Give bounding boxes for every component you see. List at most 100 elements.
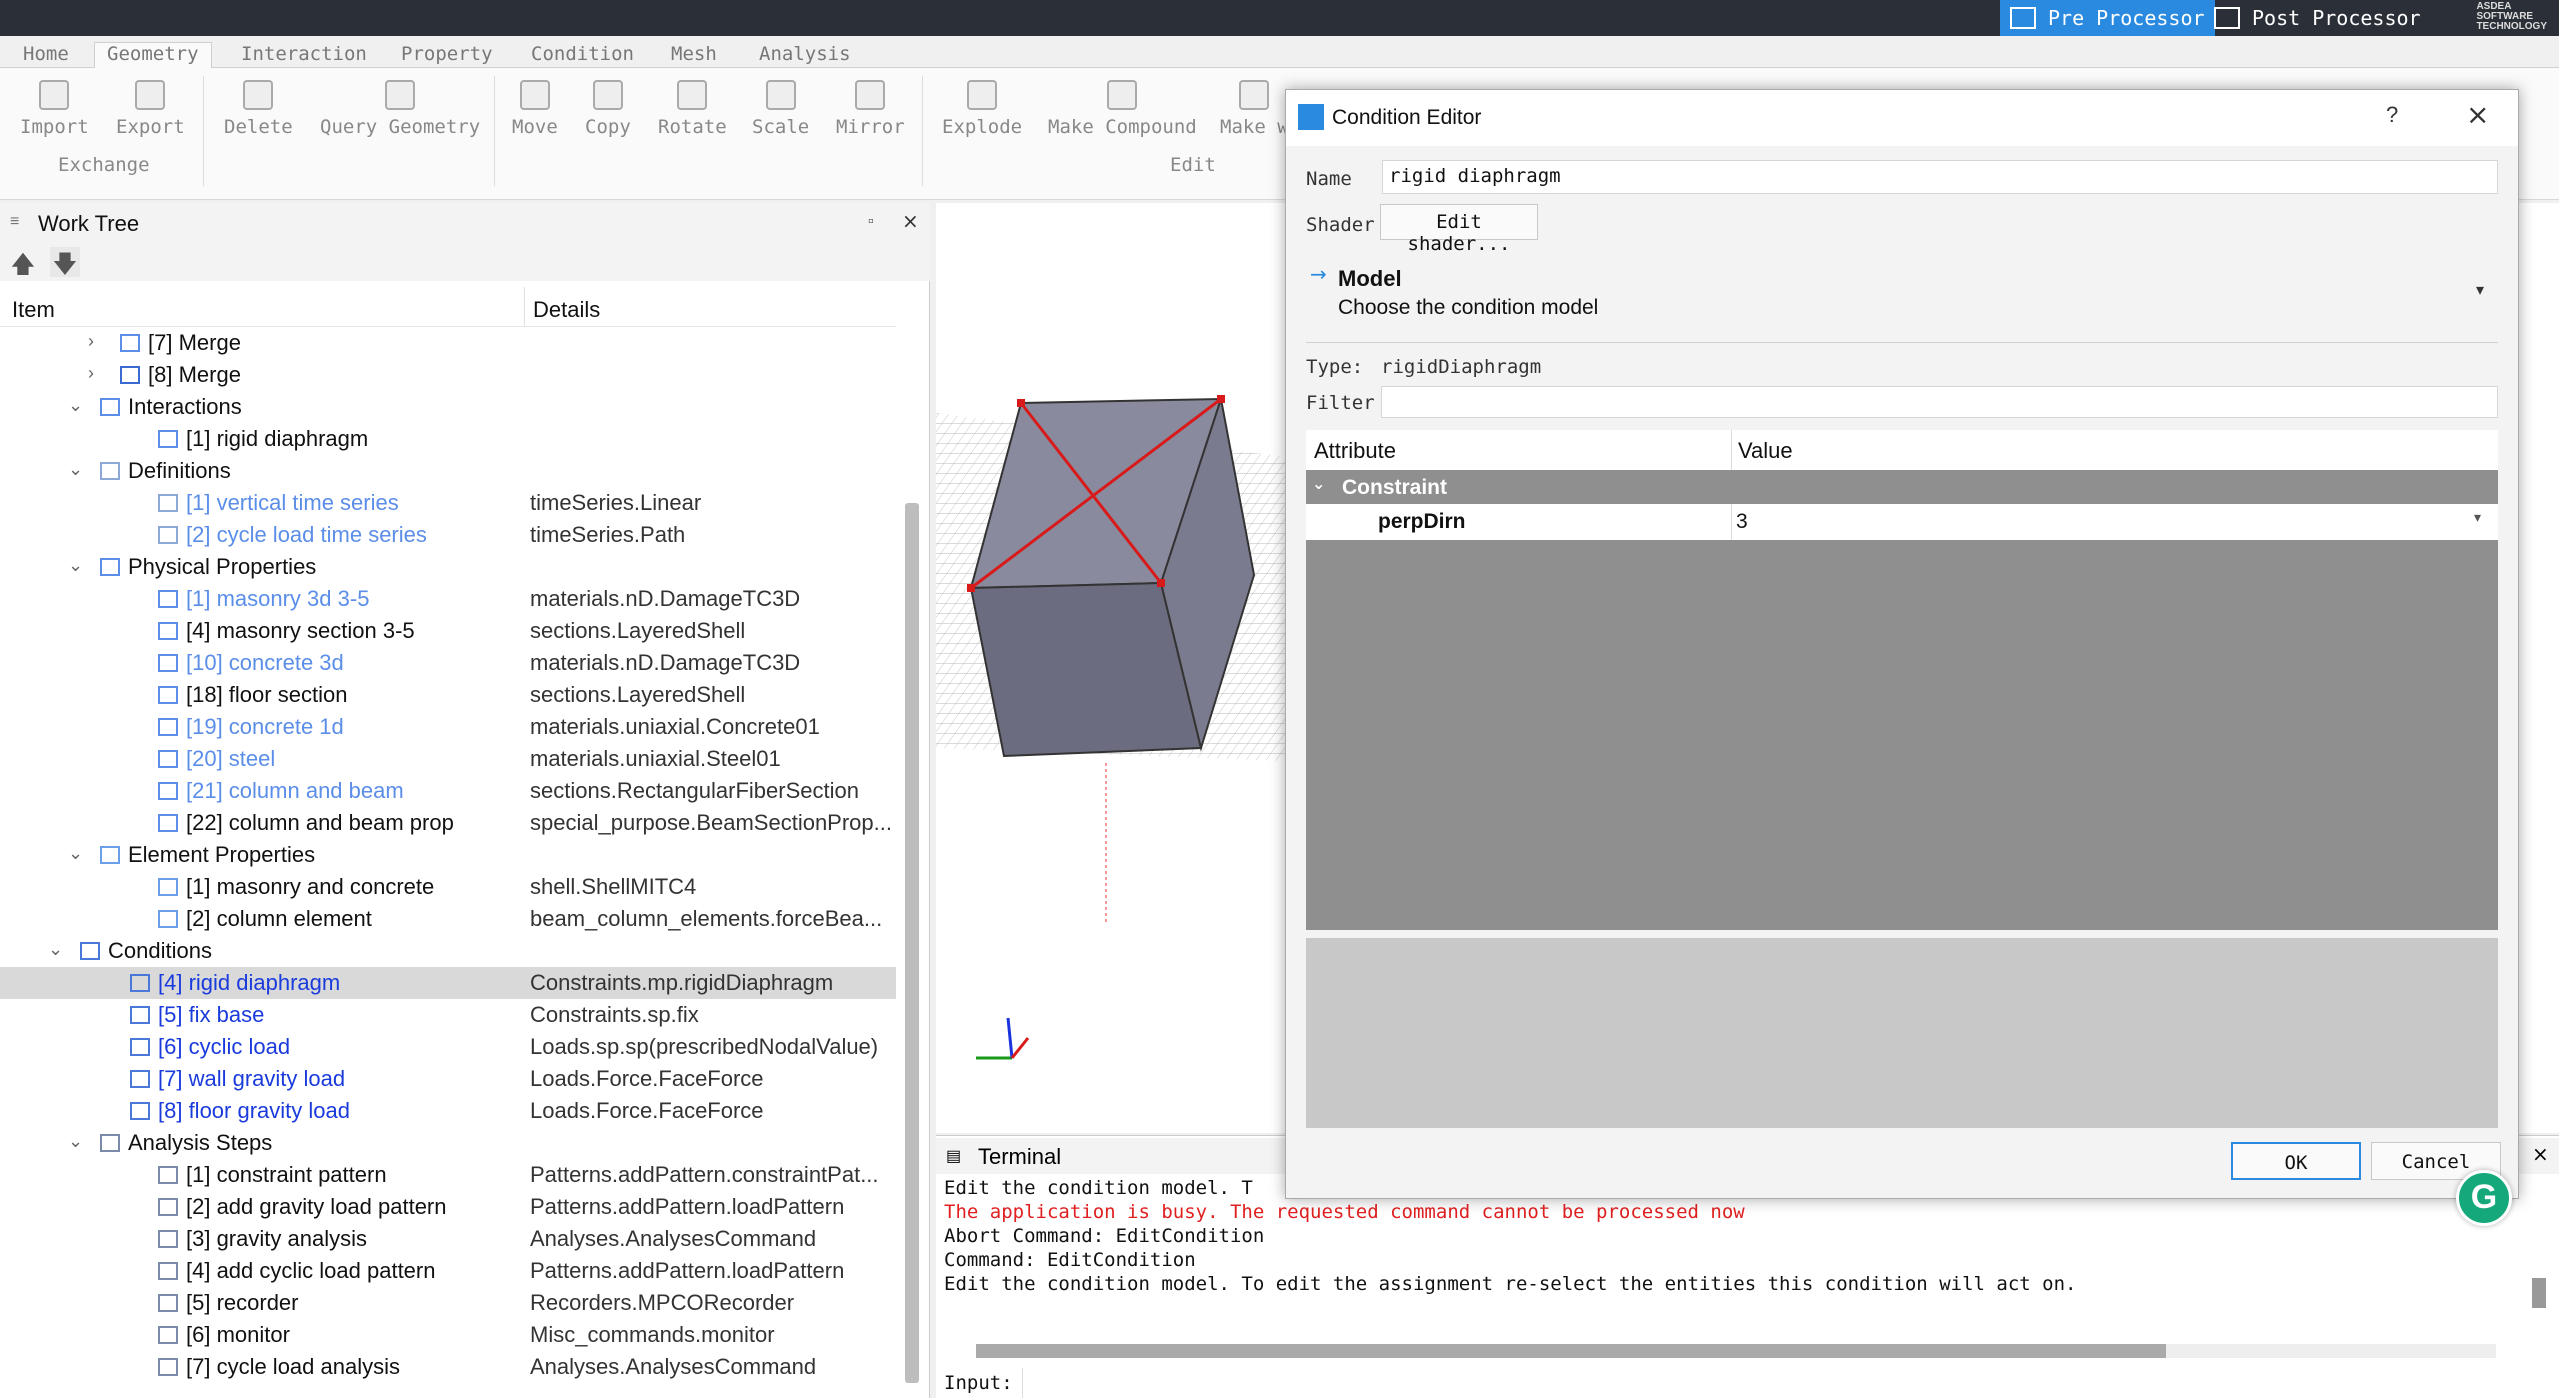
chevron-right-icon[interactable]: › (88, 331, 108, 352)
tree-item-details: Constraints.sp.fix (530, 1002, 699, 1027)
model-view[interactable] (936, 203, 1336, 1133)
tree-row[interactable]: [1] rigid diaphragm (0, 423, 896, 455)
tab-property[interactable]: Property (388, 42, 506, 68)
tree-row[interactable]: [1] constraint pattern Patterns.addPatter… (0, 1159, 896, 1191)
chevron-down-icon[interactable]: ⌄ (68, 395, 88, 416)
tree-row[interactable]: [7] wall gravity load Loads.Force.FaceFor… (0, 1063, 896, 1095)
copy-button[interactable]: Copy (585, 80, 631, 138)
chevron-down-icon[interactable]: ⌄ (68, 1131, 88, 1152)
make-compound-button[interactable]: Make Compound (1048, 80, 1197, 138)
tree-row[interactable]: [22] column and beam prop special_purpose… (0, 807, 896, 839)
close-terminal-icon[interactable]: × (2532, 1142, 2549, 1166)
rotate-button[interactable]: Rotate (658, 80, 727, 138)
tree-row[interactable]: [18] floor section sections.LayeredShell (0, 679, 896, 711)
tree-row[interactable]: [1] masonry 3d 3-5 materials.nD.DamageTC3… (0, 583, 896, 615)
tab-analysis[interactable]: Analysis (746, 42, 864, 68)
tree-item-details: timeSeries.Linear (530, 490, 702, 515)
terminal-input[interactable] (1022, 1368, 2542, 1398)
tab-home[interactable]: Home (10, 42, 82, 68)
tree-row[interactable]: ⌄ Interactions (0, 391, 896, 423)
make-wire-button[interactable]: Make w (1220, 80, 1289, 138)
tree-row[interactable]: [21] column and beam sections.Rectangular… (0, 775, 896, 807)
tree-row[interactable]: [4] masonry section 3-5 sections.LayeredS… (0, 615, 896, 647)
grammarly-icon[interactable]: G (2456, 1170, 2512, 1226)
move-button[interactable]: Move (512, 80, 558, 138)
name-input[interactable]: rigid diaphragm (1382, 160, 2498, 194)
make-wire-icon (1239, 80, 1270, 110)
tree-item-details: materials.nD.DamageTC3D (530, 650, 801, 675)
column-item[interactable]: Item (12, 297, 55, 323)
name-label: Name (1306, 168, 1352, 190)
tree-row[interactable]: [6] cyclic load Loads.sp.sp(prescribedNod… (0, 1031, 896, 1063)
chevron-down-icon[interactable]: ⌄ (68, 459, 88, 480)
ok-button[interactable]: OK (2231, 1142, 2361, 1180)
query-geometry-button[interactable]: Query Geometry (320, 80, 480, 138)
tree-row[interactable]: › [7] Merge (0, 327, 896, 359)
pre-processor-button[interactable]: Pre Processor (2000, 0, 2215, 36)
tab-mesh[interactable]: Mesh (658, 42, 730, 68)
attribute-row[interactable]: perpDirn 3 ▾ (1306, 504, 2498, 540)
explode-button[interactable]: Explode (942, 80, 1022, 138)
tree-row[interactable]: [8] floor gravity load Loads.Force.FaceFo… (0, 1095, 896, 1127)
float-panel-icon[interactable]: ▫ (868, 213, 874, 231)
close-panel-icon[interactable]: × (902, 209, 919, 233)
column-attribute[interactable]: Attribute (1314, 438, 1396, 464)
delete-button[interactable]: Delete (224, 80, 293, 138)
shader-label: Shader (1306, 214, 1375, 236)
tree-row[interactable]: [3] gravity analysis Analyses.AnalysesCom… (0, 1223, 896, 1255)
terminal-vscrollbar[interactable] (2532, 1278, 2546, 1308)
tab-condition[interactable]: Condition (518, 42, 647, 68)
tree-row[interactable]: [2] column element beam_column_elements.f… (0, 903, 896, 935)
post-processor-button[interactable]: Post Processor (2204, 0, 2431, 36)
tree-row[interactable]: [7] cycle load analysis Analyses.Analyses… (0, 1351, 896, 1383)
tree-row[interactable]: [4] add cyclic load pattern Patterns.addP… (0, 1255, 896, 1287)
move-down-icon[interactable]: 🡇 (50, 247, 80, 278)
tree-row[interactable]: ⌄ Physical Properties (0, 551, 896, 583)
tab-interaction[interactable]: Interaction (228, 42, 380, 68)
delete-icon (243, 80, 274, 110)
tree-item-label: [7] cycle load analysis (186, 1354, 400, 1379)
chevron-down-icon[interactable]: ⌄ (68, 843, 88, 864)
chevron-down-icon[interactable]: ⌄ (68, 555, 88, 576)
terminal-hscrollbar[interactable] (976, 1344, 2496, 1358)
tree-row[interactable]: [2] add gravity load pattern Patterns.add… (0, 1191, 896, 1223)
export-button[interactable]: Export (116, 80, 185, 138)
group-constraint[interactable]: ⌄ Constraint (1306, 470, 2498, 504)
mirror-button[interactable]: Mirror (836, 80, 905, 138)
element-icon (158, 910, 178, 928)
filter-input[interactable] (1381, 386, 2498, 418)
close-icon[interactable]: × (2466, 98, 2489, 131)
attribute-value-select[interactable]: 3 (1736, 510, 1748, 534)
move-up-icon[interactable]: 🡅 (8, 247, 38, 278)
column-details[interactable]: Details (533, 297, 600, 323)
chevron-down-icon[interactable]: ▾ (2476, 280, 2484, 299)
tree-row[interactable]: [19] concrete 1d materials.uniaxial.Concr… (0, 711, 896, 743)
edit-shader-button[interactable]: Edit shader... (1380, 204, 1538, 255)
tree-row[interactable]: [10] concrete 3d materials.nD.DamageTC3D (0, 647, 896, 679)
tree-row[interactable]: [1] masonry and concrete shell.ShellMITC4 (0, 871, 896, 903)
tree-row[interactable]: [2] cycle load time series timeSeries.Pat… (0, 519, 896, 551)
column-value[interactable]: Value (1738, 438, 1793, 464)
import-button[interactable]: Import (20, 80, 89, 138)
property-icon (158, 750, 178, 768)
chevron-right-icon[interactable]: › (88, 363, 108, 384)
tree-item-details: Patterns.addPattern.constraintPat... (530, 1162, 879, 1187)
tree-row[interactable]: ⌄ Element Properties (0, 839, 896, 871)
chevron-down-icon[interactable]: ⌄ (48, 939, 68, 960)
chevron-down-icon[interactable]: ▾ (2474, 510, 2481, 526)
tree-row[interactable]: ⌄ Conditions (0, 935, 896, 967)
work-tree-scrollbar[interactable] (905, 503, 919, 1383)
tree-row[interactable]: [6] monitor Misc_commands.monitor (0, 1319, 896, 1351)
tree-row[interactable]: › [8] Merge (0, 359, 896, 391)
tree-row[interactable]: [5] recorder Recorders.MPCORecorder (0, 1287, 896, 1319)
help-button[interactable]: ? (2386, 102, 2398, 128)
tree-row[interactable]: [5] fix base Constraints.sp.fix (0, 999, 896, 1031)
tree-row[interactable]: [20] steel materials.uniaxial.Steel01 (0, 743, 896, 775)
tree-row[interactable]: [4] rigid diaphragm Constraints.mp.rigidD… (0, 967, 896, 999)
attribute-name: perpDirn (1378, 510, 1466, 533)
tree-row[interactable]: ⌄ Definitions (0, 455, 896, 487)
scale-button[interactable]: Scale (752, 80, 809, 138)
tab-geometry[interactable]: Geometry (94, 42, 212, 68)
tree-row[interactable]: ⌄ Analysis Steps (0, 1127, 896, 1159)
tree-row[interactable]: [1] vertical time series timeSeries.Linea… (0, 487, 896, 519)
